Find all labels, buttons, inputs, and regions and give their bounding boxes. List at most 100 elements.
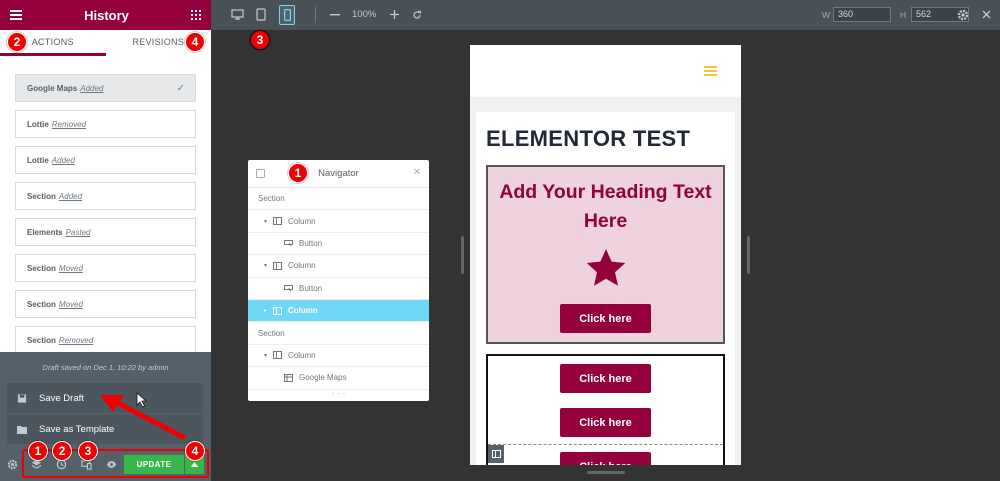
width-input[interactable]: 360 [833, 7, 891, 22]
column-icon [273, 351, 283, 360]
annotation-badge: 1 [28, 441, 48, 461]
mobile-device-button[interactable] [279, 5, 295, 25]
history-item-name: Section [27, 191, 56, 201]
caret-icon[interactable]: ▾ [264, 262, 267, 269]
settings-gear-icon[interactable] [957, 9, 969, 21]
section-heading: Add Your Heading Text Here [499, 181, 712, 232]
panel-header: History [0, 0, 211, 30]
collapse-all-icon[interactable] [256, 169, 265, 178]
caret-icon[interactable]: ▾ [264, 352, 267, 359]
navigator-row[interactable]: Google Maps [248, 367, 429, 390]
close-icon[interactable] [982, 10, 991, 19]
annotation-badge: 4 [185, 441, 205, 461]
save-draft-option[interactable]: Save Draft [7, 383, 203, 413]
desktop-icon[interactable] [231, 9, 244, 20]
navigator-row[interactable]: ▾ Column [248, 255, 429, 278]
preview-canvas: ELEMENTOR TEST Add Your Heading Text Her… [211, 30, 1000, 481]
navigator-row-label: Button [299, 283, 323, 293]
save-template-label: Save as Template [39, 423, 115, 435]
history-list: Google Maps Added ✓ Lottie Removed Lotti… [0, 56, 211, 396]
close-icon[interactable]: ✕ [413, 167, 421, 178]
navigator-row-label: Column [288, 261, 316, 271]
navigator-row[interactable]: ▸ Column [248, 299, 429, 323]
resize-handle-bottom[interactable] [587, 471, 625, 474]
click-here-button[interactable]: Click here [560, 364, 651, 393]
history-item[interactable]: Elements Pasted [15, 218, 196, 246]
reset-zoom-icon[interactable] [412, 10, 422, 20]
click-here-button[interactable]: Click here [560, 452, 651, 465]
caret-icon[interactable]: ▾ [264, 218, 267, 225]
column-edit-handle[interactable] [488, 445, 504, 463]
history-item-action: Added [58, 191, 83, 201]
history-item-name: Elements [27, 227, 63, 237]
menu-icon[interactable] [10, 10, 22, 20]
column-icon [491, 450, 501, 458]
widgets-grid-icon[interactable] [190, 10, 201, 20]
zoom-in-icon[interactable] [390, 10, 399, 19]
history-item[interactable]: Section Added [15, 182, 196, 210]
annotation-badge: 4 [185, 32, 205, 52]
annotation-badge: 3 [78, 441, 98, 461]
caret-icon[interactable]: ▸ [264, 307, 267, 314]
settings-gear-icon[interactable] [7, 459, 18, 470]
history-item-name: Section [27, 263, 56, 273]
check-icon: ✓ [176, 83, 185, 94]
page-content: ELEMENTOR TEST Add Your Heading Text Her… [476, 112, 735, 465]
history-item-name: Section [27, 299, 56, 309]
history-item-action: Removed [58, 335, 94, 345]
annotation-badge: 1 [288, 163, 308, 183]
button-icon [284, 285, 293, 292]
navigator-tree: Section ▾ Column Button ▾ Column Button ▸ Column… [248, 188, 429, 390]
column-divider [488, 444, 723, 445]
editor-panel: History ACTIONS REVISIONS Google Maps Ad… [0, 0, 211, 481]
navigator-row-label: Column [288, 350, 316, 360]
history-item[interactable]: Lottie Added [15, 146, 196, 174]
zoom-out-icon[interactable] [330, 14, 340, 16]
navigator-panel: Navigator ✕ Section ▾ Column Button ▾ Column B… [248, 160, 429, 401]
click-here-button[interactable]: Click here [560, 304, 651, 333]
annotation-badge: 3 [250, 30, 270, 50]
navigator-row[interactable]: ▾ Column [248, 210, 429, 233]
navigator-row[interactable]: ▾ Column [248, 345, 429, 368]
save-as-template-option[interactable]: Save as Template [7, 414, 203, 444]
navigator-resize-dots[interactable]: · · · [248, 389, 429, 401]
draft-saved-note: Draft saved on Dec 1, 10:22 by admin [42, 362, 169, 372]
tablet-icon[interactable] [256, 8, 266, 21]
star-icon [586, 249, 626, 286]
heading-section[interactable]: Add Your Heading Text Here Click here [486, 165, 725, 344]
navigator-row[interactable]: Section [248, 188, 429, 211]
map-icon [284, 373, 293, 382]
height-label: H [900, 10, 907, 20]
annotation-badge: 2 [7, 32, 27, 52]
history-item-action: Moved [58, 263, 83, 273]
mobile-preview: ELEMENTOR TEST Add Your Heading Text Her… [470, 45, 741, 465]
width-label: W [822, 10, 831, 20]
history-item[interactable]: Lottie Removed [15, 110, 196, 138]
save-draft-label: Save Draft [39, 392, 84, 404]
history-item[interactable]: Section Moved [15, 290, 196, 318]
navigator-row[interactable]: Button [248, 278, 429, 300]
navigator-row-label: Column [288, 216, 316, 226]
navigator-row-label: Section [258, 194, 285, 204]
button-icon [284, 240, 293, 247]
top-bar: 100% W 360 H 562 [211, 0, 1000, 30]
resize-handle-left[interactable] [461, 236, 464, 274]
history-item-action: Added [80, 83, 104, 93]
history-item[interactable]: Google Maps Added ✓ [15, 74, 196, 102]
buttons-section[interactable]: Click here Click here Click here [486, 354, 725, 465]
resize-handle-right[interactable] [747, 236, 750, 274]
navigator-row-label: Column [288, 306, 318, 316]
annotation-frame [22, 449, 209, 478]
history-item-action: Pasted [65, 227, 91, 237]
zoom-level: 100% [352, 9, 377, 20]
history-item-action: Added [51, 155, 75, 165]
hamburger-menu-icon[interactable] [704, 66, 717, 76]
page-title: ELEMENTOR TEST [486, 126, 691, 151]
navigator-row[interactable]: Button [248, 233, 429, 256]
history-item[interactable]: Section Removed [15, 326, 196, 354]
floppy-disk-icon [17, 393, 27, 403]
navigator-row[interactable]: Section [248, 322, 429, 345]
history-item[interactable]: Section Moved [15, 254, 196, 282]
click-here-button[interactable]: Click here [560, 408, 651, 437]
history-tabs: ACTIONS REVISIONS [0, 30, 211, 56]
